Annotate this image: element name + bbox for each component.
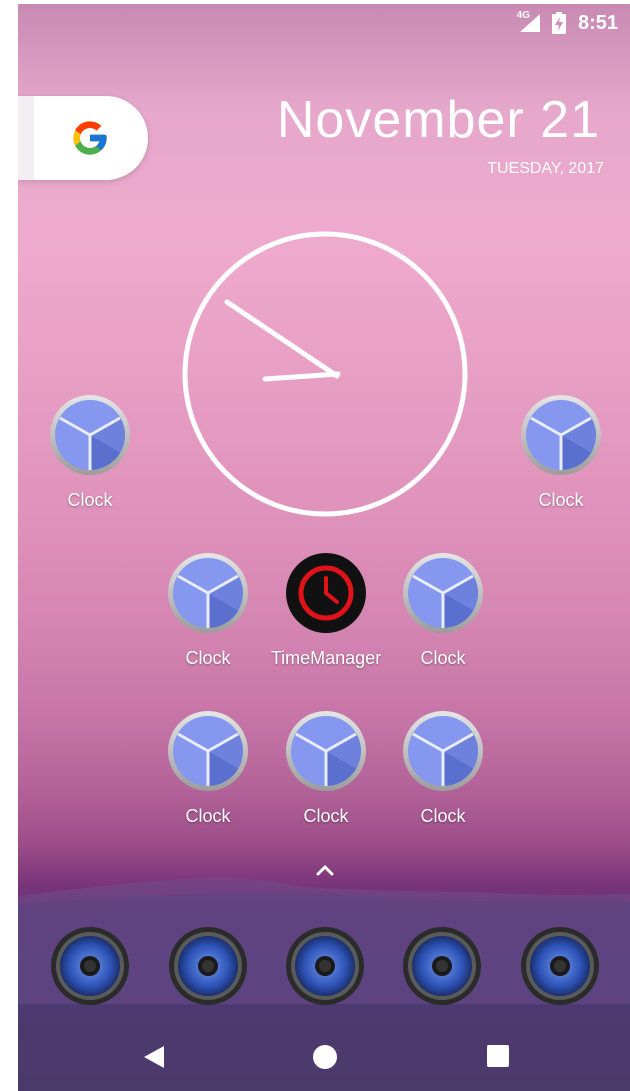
- dock-speaker-icon-4[interactable]: [402, 926, 482, 1006]
- date-widget-weekday: TUESDAY, 2017: [487, 160, 604, 177]
- app-clock-3[interactable]: Clock: [143, 552, 273, 669]
- app-clock-2[interactable]: Clock: [496, 394, 626, 511]
- app-label: Clock: [185, 806, 231, 826]
- app-timemanager[interactable]: TimeManager: [261, 552, 391, 669]
- clock-app-icon: [49, 394, 131, 476]
- clock-app-icon: [167, 710, 249, 792]
- app-label: Clock: [185, 648, 231, 668]
- status-bar: 4G 8:51: [18, 4, 630, 44]
- clock-app-icon: [520, 394, 602, 476]
- timemanager-icon: [286, 553, 366, 633]
- app-label: Clock: [67, 490, 113, 510]
- clock-app-icon: [285, 710, 367, 792]
- app-clock-1[interactable]: Clock: [25, 394, 155, 511]
- hour-hand: [262, 371, 341, 382]
- minute-hand: [224, 299, 340, 379]
- battery-charging-icon: [552, 12, 566, 34]
- app-clock-7[interactable]: Clock: [378, 710, 508, 827]
- app-label: TimeManager: [270, 648, 382, 668]
- back-icon[interactable]: [142, 1044, 166, 1070]
- app-label: Clock: [420, 648, 466, 668]
- dock-speaker-icon-3[interactable]: [285, 926, 365, 1006]
- home-icon[interactable]: [312, 1044, 338, 1070]
- app-clock-5[interactable]: Clock: [143, 710, 273, 827]
- dock-speaker-icon-1[interactable]: [50, 926, 130, 1006]
- app-clock-6[interactable]: Clock: [261, 710, 391, 827]
- clock-app-icon: [167, 552, 249, 634]
- app-clock-4[interactable]: Clock: [378, 552, 508, 669]
- clock-app-icon: [402, 552, 484, 634]
- home-screen: 4G 8:51 November 21 TUESDAY, 2017 Clock: [18, 4, 630, 1091]
- signal-icon: [520, 14, 540, 32]
- app-label: Clock: [303, 806, 349, 826]
- navigation-bar: [18, 1024, 630, 1091]
- date-widget-date[interactable]: November 21: [277, 90, 600, 150]
- google-search-widget[interactable]: [18, 96, 148, 180]
- chevron-up-icon[interactable]: [313, 862, 337, 878]
- dock-speaker-icon-5[interactable]: [520, 926, 600, 1006]
- status-time: 8:51: [577, 12, 618, 34]
- recents-icon[interactable]: [486, 1044, 510, 1068]
- app-label: Clock: [420, 806, 466, 826]
- analog-clock-widget[interactable]: [181, 230, 469, 518]
- google-g-icon: [73, 121, 107, 155]
- dock-speaker-icon-2[interactable]: [168, 926, 248, 1006]
- app-label: Clock: [538, 490, 584, 510]
- clock-app-icon: [402, 710, 484, 792]
